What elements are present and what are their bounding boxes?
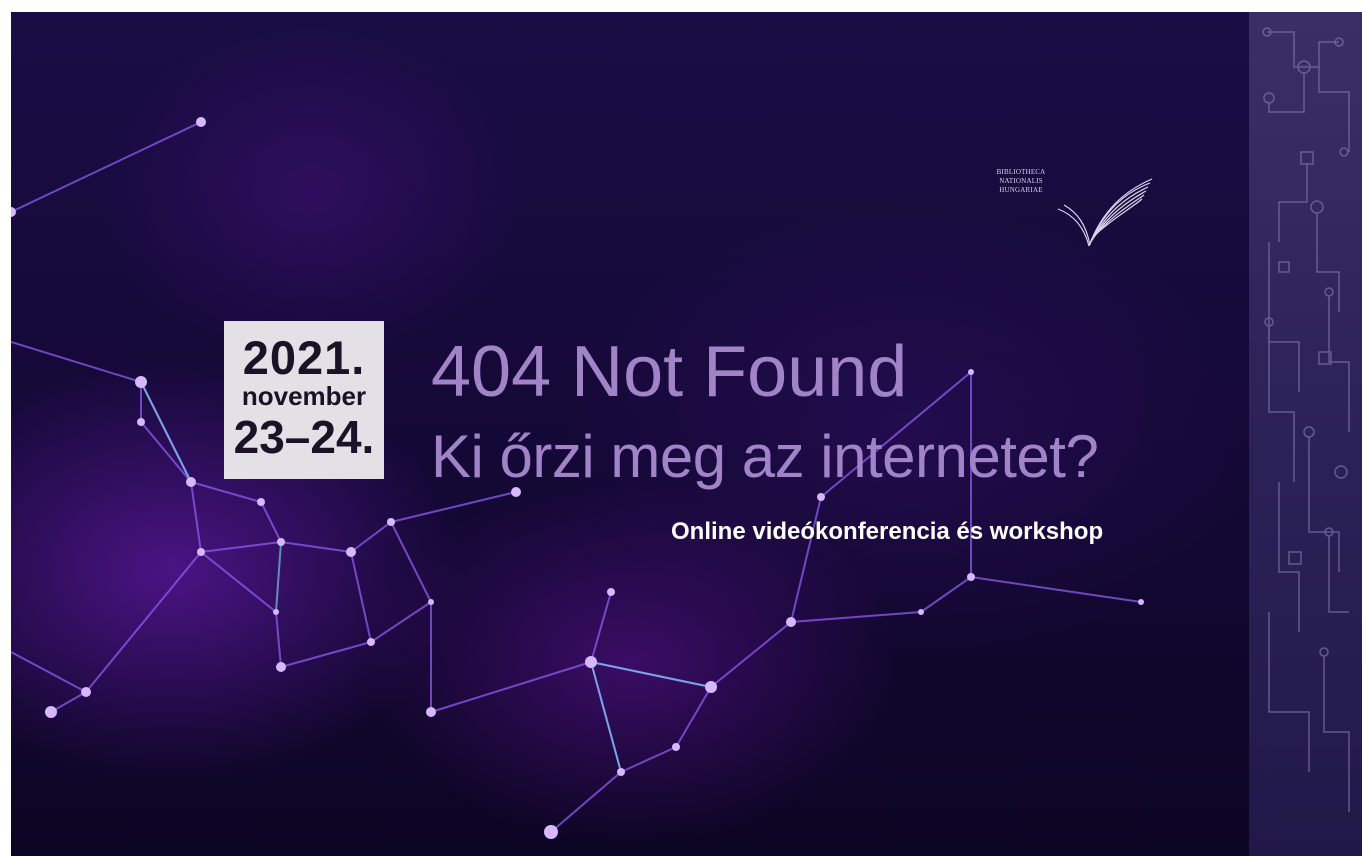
- event-days: 23–24.: [233, 411, 375, 463]
- book-pages-icon: [1057, 178, 1153, 247]
- conference-banner: BIBLIOTHECA NATIONALIS HUNGARIAE 2021. n…: [11, 12, 1362, 856]
- circuit-pattern-icon: [1262, 27, 1350, 812]
- event-date-box: 2021. november 23–24.: [224, 321, 384, 479]
- library-logo: BIBLIOTHECA NATIONALIS HUNGARIAE: [989, 165, 1154, 257]
- headline-question: Ki őrzi meg az internetet?: [431, 423, 1099, 490]
- headline-title: 404 Not Found: [431, 332, 908, 412]
- event-year: 2021.: [242, 331, 366, 384]
- event-subtitle: Online videókonferencia és workshop: [671, 518, 1104, 545]
- event-month: november: [241, 381, 367, 411]
- circuit-board-panel: [1249, 12, 1362, 856]
